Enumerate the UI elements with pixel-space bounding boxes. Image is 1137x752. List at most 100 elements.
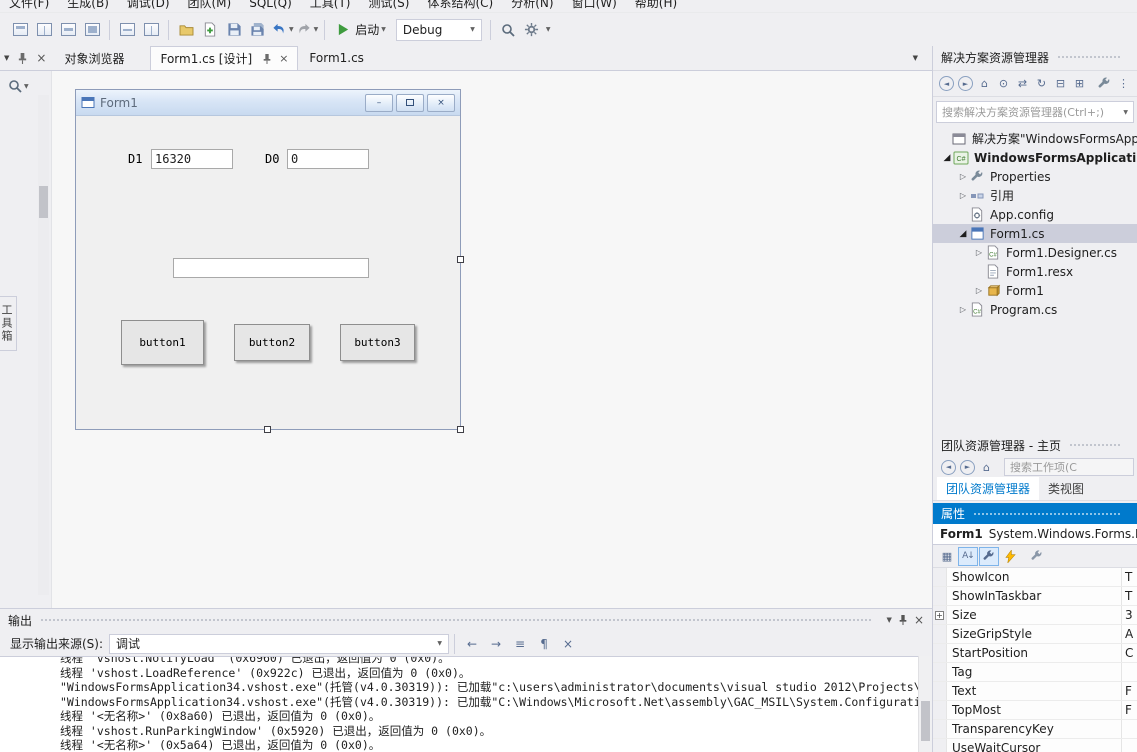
tree-item-solution[interactable]: 解决方案"WindowsFormsApp (933, 129, 1137, 148)
property-row[interactable]: UseWaitCursor (933, 739, 1137, 752)
back-icon[interactable]: ◄ (939, 76, 954, 91)
button2[interactable]: button2 (234, 324, 310, 361)
show-all-files-icon[interactable]: ⊞ (1070, 74, 1089, 93)
find-in-files-icon[interactable] (497, 18, 519, 42)
menu-debug[interactable]: 调试(D) (118, 0, 179, 13)
undo-icon[interactable]: ▼ (271, 18, 294, 42)
properties-wrench-icon[interactable] (1095, 74, 1114, 93)
tree-item-references[interactable]: ▷ 引用 (933, 186, 1137, 205)
expander-expanded-icon[interactable]: ◢ (957, 229, 969, 239)
categorized-icon[interactable]: ▦ (937, 547, 957, 566)
collapse-all-icon[interactable]: ⊟ (1051, 74, 1070, 93)
solution-explorer-header[interactable]: 解决方案资源管理器 (933, 46, 1137, 68)
previous-message-icon[interactable]: ← (461, 634, 483, 654)
textbox3[interactable] (173, 258, 369, 278)
tree-item-programcs[interactable]: ▷ C# Program.cs (933, 300, 1137, 319)
label-d0[interactable]: D0 (265, 152, 279, 166)
property-row[interactable]: Text F (933, 682, 1137, 701)
expander-collapsed-icon[interactable]: ▷ (957, 191, 969, 200)
forward-icon[interactable]: ► (958, 76, 973, 91)
pin-icon[interactable] (898, 614, 908, 626)
menu-help[interactable]: 帮助(H) (626, 0, 686, 13)
close-message-icon[interactable]: × (557, 634, 579, 654)
search-icon[interactable]: ▼ (8, 79, 29, 93)
button1[interactable]: button1 (121, 320, 204, 365)
alphabetical-icon[interactable]: A↓ (958, 547, 978, 566)
menu-sql[interactable]: SQL(Q) (240, 0, 301, 13)
output-source-combo[interactable]: 调试 ▼ (109, 634, 449, 654)
property-row[interactable]: StartPosition C (933, 644, 1137, 663)
tree-item-properties[interactable]: ▷ Properties (933, 167, 1137, 186)
property-row[interactable]: SizeGripStyle A (933, 625, 1137, 644)
output-scrollbar[interactable] (918, 656, 932, 752)
window-layout-icon[interactable] (9, 18, 31, 42)
toolbox-vertical-tab[interactable]: 工具箱 (0, 296, 17, 351)
drag-grip[interactable] (973, 512, 1121, 516)
expand-plus-icon[interactable]: + (935, 611, 944, 620)
next-message-icon[interactable]: → (485, 634, 507, 654)
designed-form[interactable]: Form1 – × D1 16320 D0 0 button1 button2 … (75, 89, 461, 430)
drag-grip[interactable] (1069, 443, 1121, 447)
textbox-d1[interactable]: 16320 (151, 149, 233, 169)
refresh-icon[interactable]: ↻ (1032, 74, 1051, 93)
menu-test[interactable]: 测试(S) (359, 0, 418, 13)
text-cursor-icon[interactable] (33, 18, 55, 42)
redo-icon[interactable]: ▼ (296, 18, 319, 42)
pin-icon[interactable] (17, 52, 28, 65)
work-item-search-input[interactable] (1005, 461, 1133, 474)
button3[interactable]: button3 (340, 324, 415, 361)
property-value[interactable] (1121, 663, 1137, 681)
property-value[interactable]: 3 (1121, 606, 1137, 624)
drag-grip[interactable] (1057, 55, 1121, 59)
property-row[interactable]: TransparencyKey (933, 720, 1137, 739)
forward-icon[interactable]: ► (960, 460, 975, 475)
add-item-icon[interactable] (199, 18, 221, 42)
scrollbar-thumb[interactable] (39, 186, 48, 218)
scrollbar-thumb[interactable] (921, 701, 930, 741)
output-log[interactable]: 线程 'vshost.NotifyLoad' (0x6960) 已退出，返回值为… (0, 656, 918, 752)
expander-collapsed-icon[interactable]: ▷ (973, 248, 985, 257)
align-horizontal-icon[interactable] (116, 18, 138, 42)
tree-item-form1-resx[interactable]: Form1.resx (933, 262, 1137, 281)
property-value[interactable]: A (1121, 625, 1137, 643)
save-icon[interactable] (223, 18, 245, 42)
save-all-icon[interactable] (247, 18, 269, 42)
resize-handle-corner[interactable] (457, 426, 464, 433)
tab-form1-code[interactable]: Form1.cs (300, 46, 373, 70)
property-value[interactable]: C (1121, 644, 1137, 662)
property-value[interactable] (1121, 739, 1137, 752)
property-pages-icon[interactable] (1027, 547, 1047, 566)
tab-form1-design[interactable]: Form1.cs [设计] × (150, 46, 298, 70)
chevron-down-icon[interactable]: ▼ (1118, 109, 1133, 116)
tab-object-browser[interactable]: 对象浏览器 (60, 47, 128, 70)
tree-item-form1cs[interactable]: ◢ Form1.cs (933, 224, 1137, 243)
property-row[interactable]: Tag (933, 663, 1137, 682)
vertical-scrollbar[interactable] (38, 95, 49, 595)
property-row[interactable]: ShowInTaskbar T (933, 587, 1137, 606)
sync-with-active-document-icon[interactable]: ⇄ (1013, 74, 1032, 93)
tree-item-project[interactable]: ◢ C# WindowsFormsApplicati (933, 148, 1137, 167)
menu-architecture[interactable]: 体系结构(C) (418, 0, 502, 13)
scope-icon[interactable]: ⊙ (994, 74, 1013, 93)
menu-window[interactable]: 窗口(W) (563, 0, 626, 13)
property-value[interactable]: T (1121, 568, 1137, 586)
tab-list-chevron-icon[interactable]: ▼ (913, 54, 918, 62)
team-explorer-header[interactable]: 团队资源管理器 - 主页 (933, 434, 1137, 456)
expand-window-icon[interactable] (57, 18, 79, 42)
tab-class-view[interactable]: 类视图 (1039, 477, 1093, 500)
tree-item-form1-designer[interactable]: ▷ C# Form1.Designer.cs (933, 243, 1137, 262)
solution-configuration-combo[interactable]: Debug ▼ (396, 19, 482, 41)
toolbar-overflow-icon[interactable]: ⋮ (1114, 74, 1133, 93)
toolbar-overflow-icon[interactable]: ▼ (546, 26, 551, 33)
menu-file[interactable]: 文件(F) (0, 0, 58, 13)
pin-icon[interactable] (262, 53, 272, 65)
solution-search-box[interactable]: ▼ (936, 101, 1134, 123)
textbox-d0[interactable]: 0 (287, 149, 369, 169)
tab-team-explorer[interactable]: 团队资源管理器 (937, 477, 1039, 500)
start-debug-button[interactable]: 启动 ▼ (330, 18, 393, 42)
resize-handle-bottom[interactable] (264, 426, 271, 433)
expander-collapsed-icon[interactable]: ▷ (957, 172, 969, 181)
chevron-down-icon[interactable]: ▼ (314, 26, 319, 33)
minimize-button[interactable]: – (365, 94, 393, 112)
word-wrap-icon[interactable]: ¶ (533, 634, 555, 654)
